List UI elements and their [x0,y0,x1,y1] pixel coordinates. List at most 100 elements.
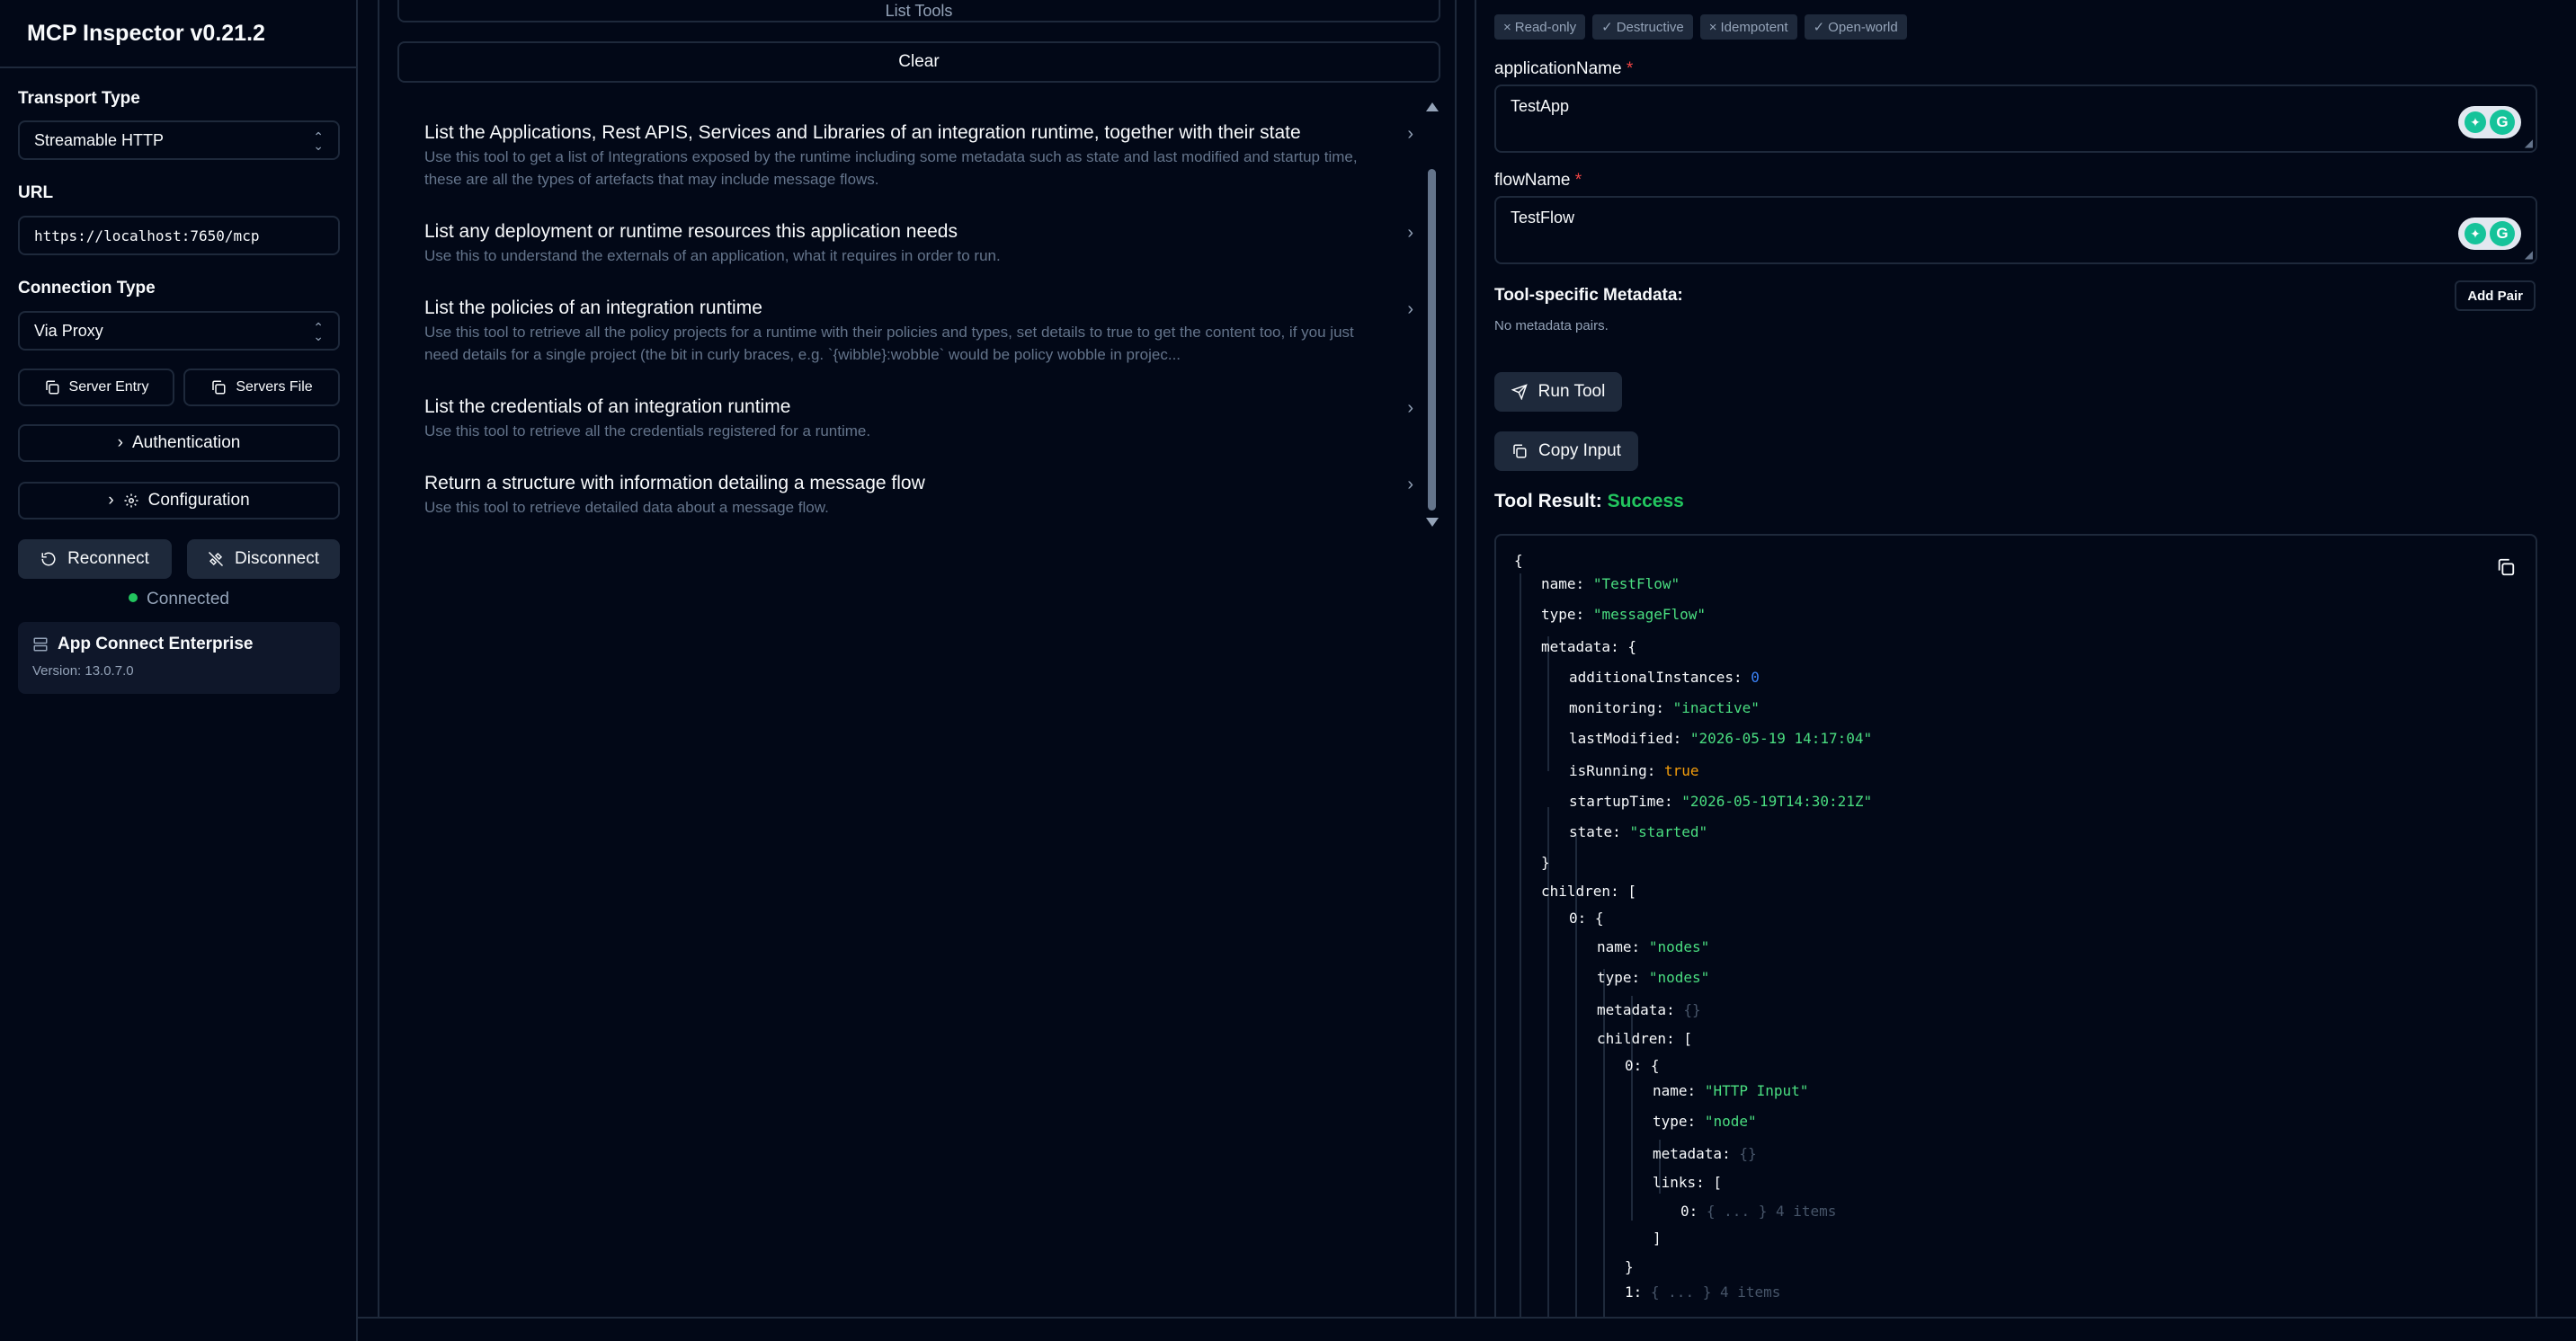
json-row-link-0[interactable]: 0: { ... } 4 items [1680,1203,1836,1220]
json-count: 4 items [1719,1283,1781,1301]
json-value: "2026-05-19 14:17:04" [1689,730,1873,747]
tool-name: List any deployment or runtime resources… [424,221,958,242]
gear-icon [124,493,138,508]
server-icon [33,637,48,652]
server-entry-button[interactable]: Server Entry [18,369,174,406]
badge-open-world: ✓ Open-world [1804,14,1907,40]
json-row-additional-instances: additionalInstances: 0 [1569,669,1760,686]
json-value: "node" [1704,1113,1757,1130]
server-version: Version: 13.0.7.0 [32,663,134,679]
run-tool-label: Run Tool [1538,382,1606,401]
json-row-monitoring: monitoring: "inactive" [1569,699,1760,716]
json-row-child-metadata: metadata: {} [1597,1001,1701,1018]
application-name-input[interactable]: TestApp ✦ G ◢ [1494,84,2537,153]
tool-result-status: Success [1607,491,1684,511]
grammarly-widget[interactable]: ✦ G [2458,218,2521,250]
clear-label: Clear [898,52,940,71]
json-value: "started" [1629,823,1708,840]
grammarly-icon: G [2490,221,2515,246]
connection-type-value: Via Proxy [34,321,103,340]
json-row-startup-time: startupTime: "2026-05-19T14:30:21Z" [1569,793,1873,810]
tool-detail-panel: × Read-only ✓ Destructive × Idempotent ✓ Ope… [1475,0,2576,1325]
tool-name: Return a structure with information deta… [424,473,925,493]
indent-guide [1547,636,1549,771]
clear-button[interactable]: Clear [397,41,1440,83]
tool-description: Use this tool to retrieve detailed data … [424,499,829,516]
json-value: "messageFlow" [1592,606,1707,623]
server-name: App Connect Enterprise [58,635,254,653]
application-name-label: applicationName * [1494,59,1633,79]
tool-item[interactable]: Return a structure with information deta… [424,473,1413,519]
connection-status: Connected [18,590,340,609]
tool-list-scrollbar[interactable] [1424,99,1440,530]
scroll-up-arrow[interactable] [1426,102,1439,111]
resize-handle-icon[interactable]: ◢ [2525,249,2533,260]
flow-name-input[interactable]: TestFlow ✦ G ◢ [1494,196,2537,264]
disconnect-button[interactable]: Disconnect [187,539,340,579]
sidebar: MCP Inspector v0.21.2 Transport Type Str… [0,0,358,1341]
run-tool-button[interactable]: Run Tool [1494,372,1622,412]
flow-name-value: TestFlow [1511,209,1575,226]
grammarly-widget[interactable]: ✦ G [2458,106,2521,138]
json-brace: { [1514,552,1523,569]
tool-result-label: Tool Result: [1494,491,1602,511]
grammarly-icon: G [2490,110,2515,135]
chevron-right-icon: › [108,491,114,510]
connection-type-select[interactable]: Via Proxy ⌃ ⌄ [18,311,340,351]
chevron-right-icon: › [1407,475,1413,494]
json-row-child-0[interactable]: 0: { [1569,910,1604,927]
json-value: "inactive" [1672,699,1760,716]
json-row-node-links[interactable]: links: [ [1653,1174,1722,1191]
json-value: {} [1683,1001,1701,1018]
resize-handle-icon[interactable]: ◢ [2525,138,2533,148]
scroll-down-arrow[interactable] [1426,518,1439,527]
configuration-toggle[interactable]: › Configuration [18,482,340,520]
tool-result-viewer: { name: "TestFlow" type: "messageFlow" m… [1494,534,2537,1325]
tool-result-heading: Tool Result: Success [1494,491,1684,512]
reconnect-button[interactable]: Reconnect [18,539,172,579]
tool-item[interactable]: List the policies of an integration runt… [424,298,1413,366]
tool-item[interactable]: List any deployment or runtime resources… [424,221,1413,267]
tools-panel: List Tools Clear List the Applications, … [378,0,1457,1317]
json-brace: } [1541,854,1550,871]
json-row-node-0[interactable]: 0: { [1625,1057,1660,1074]
send-icon [1511,384,1528,400]
json-row-children[interactable]: children: [ [1541,883,1636,900]
app-title: MCP Inspector v0.21.2 [27,20,265,46]
add-pair-button[interactable]: Add Pair [2455,280,2536,311]
badge-destructive: ✓ Destructive [1592,14,1693,40]
authentication-label: Authentication [131,433,241,452]
copy-input-button[interactable]: Copy Input [1494,431,1638,471]
server-name-row: App Connect Enterprise [32,635,325,654]
server-entry-label: Server Entry [68,379,149,395]
url-input[interactable]: https://localhost:7650/mcp [18,216,340,255]
json-row-name: name: "TestFlow" [1541,575,1680,592]
tool-item[interactable]: List the Applications, Rest APIS, Servic… [424,122,1413,191]
add-pair-label: Add Pair [2467,288,2523,304]
json-value: "nodes" [1648,938,1710,955]
tool-description: Use this tool to retrieve all the creden… [424,422,871,440]
servers-file-button[interactable]: Servers File [183,369,340,406]
transport-type-select[interactable]: Streamable HTTP ⌃ ⌄ [18,120,340,160]
list-tools-button[interactable]: List Tools [397,0,1440,22]
json-collapsed: { ... } [1706,1203,1768,1220]
json-brace: ] [1653,1230,1662,1247]
flow-name-label: flowName * [1494,171,1582,191]
copy-icon[interactable] [2496,557,2516,577]
chevron-right-icon: › [1407,299,1413,319]
tool-description: Use this tool to get a list of Integrati… [424,148,1358,188]
indent-guide [1520,573,1521,1323]
authentication-toggle[interactable]: › Authentication [18,424,340,462]
tool-item[interactable]: List the credentials of an integration r… [424,396,1413,442]
lightbulb-icon: ✦ [2465,223,2486,244]
json-row-node-type: type: "node" [1653,1113,1757,1130]
tool-description: Use this tool to retrieve all the policy… [424,324,1354,363]
json-row-metadata[interactable]: metadata: { [1541,638,1636,655]
json-row-node-1[interactable]: 1: { ... } 4 items [1625,1283,1780,1301]
badge-label: Open-world [1828,19,1898,35]
flow-name-label-text: flowName [1494,171,1571,190]
scroll-thumb[interactable] [1428,169,1436,511]
url-value: https://localhost:7650/mcp [34,226,260,244]
bottom-panel-bar[interactable] [358,1317,2576,1341]
json-row-child-children[interactable]: children: [ [1597,1030,1692,1047]
